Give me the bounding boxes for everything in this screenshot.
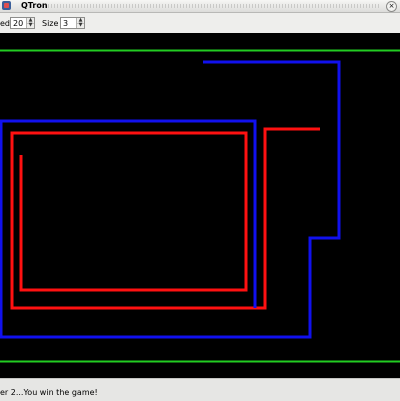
size-value[interactable]: 3 [63, 19, 68, 28]
game-canvas [0, 49, 400, 363]
title-bar-grip [48, 4, 380, 8]
blue-trail-outer [0, 60, 341, 339]
speed-spinbox[interactable]: 20 ▲ ▼ [10, 17, 35, 29]
speed-down-arrow-icon[interactable]: ▼ [27, 23, 34, 28]
close-icon[interactable]: × [386, 1, 397, 12]
blue-trail-inner [0, 119, 257, 308]
title-bar[interactable]: QTron × [0, 0, 400, 13]
window-title: QTron [21, 1, 48, 10]
app-icon [2, 1, 11, 10]
size-label: Size [42, 19, 59, 28]
size-spin-arrows: ▲ ▼ [76, 18, 84, 28]
red-trail-outer [10, 131, 248, 310]
status-bar: er 2...You win the game! [0, 378, 400, 401]
speed-spin-arrows: ▲ ▼ [26, 18, 34, 28]
size-down-arrow-icon[interactable]: ▼ [77, 23, 84, 28]
speed-value[interactable]: 20 [13, 19, 23, 28]
status-message: er 2...You win the game! [0, 388, 98, 397]
game-board[interactable] [0, 33, 400, 378]
speed-label: ed [0, 19, 10, 28]
size-spinbox[interactable]: 3 ▲ ▼ [60, 17, 85, 29]
toolbar: ed 20 ▲ ▼ Size 3 ▲ ▼ [0, 13, 400, 33]
